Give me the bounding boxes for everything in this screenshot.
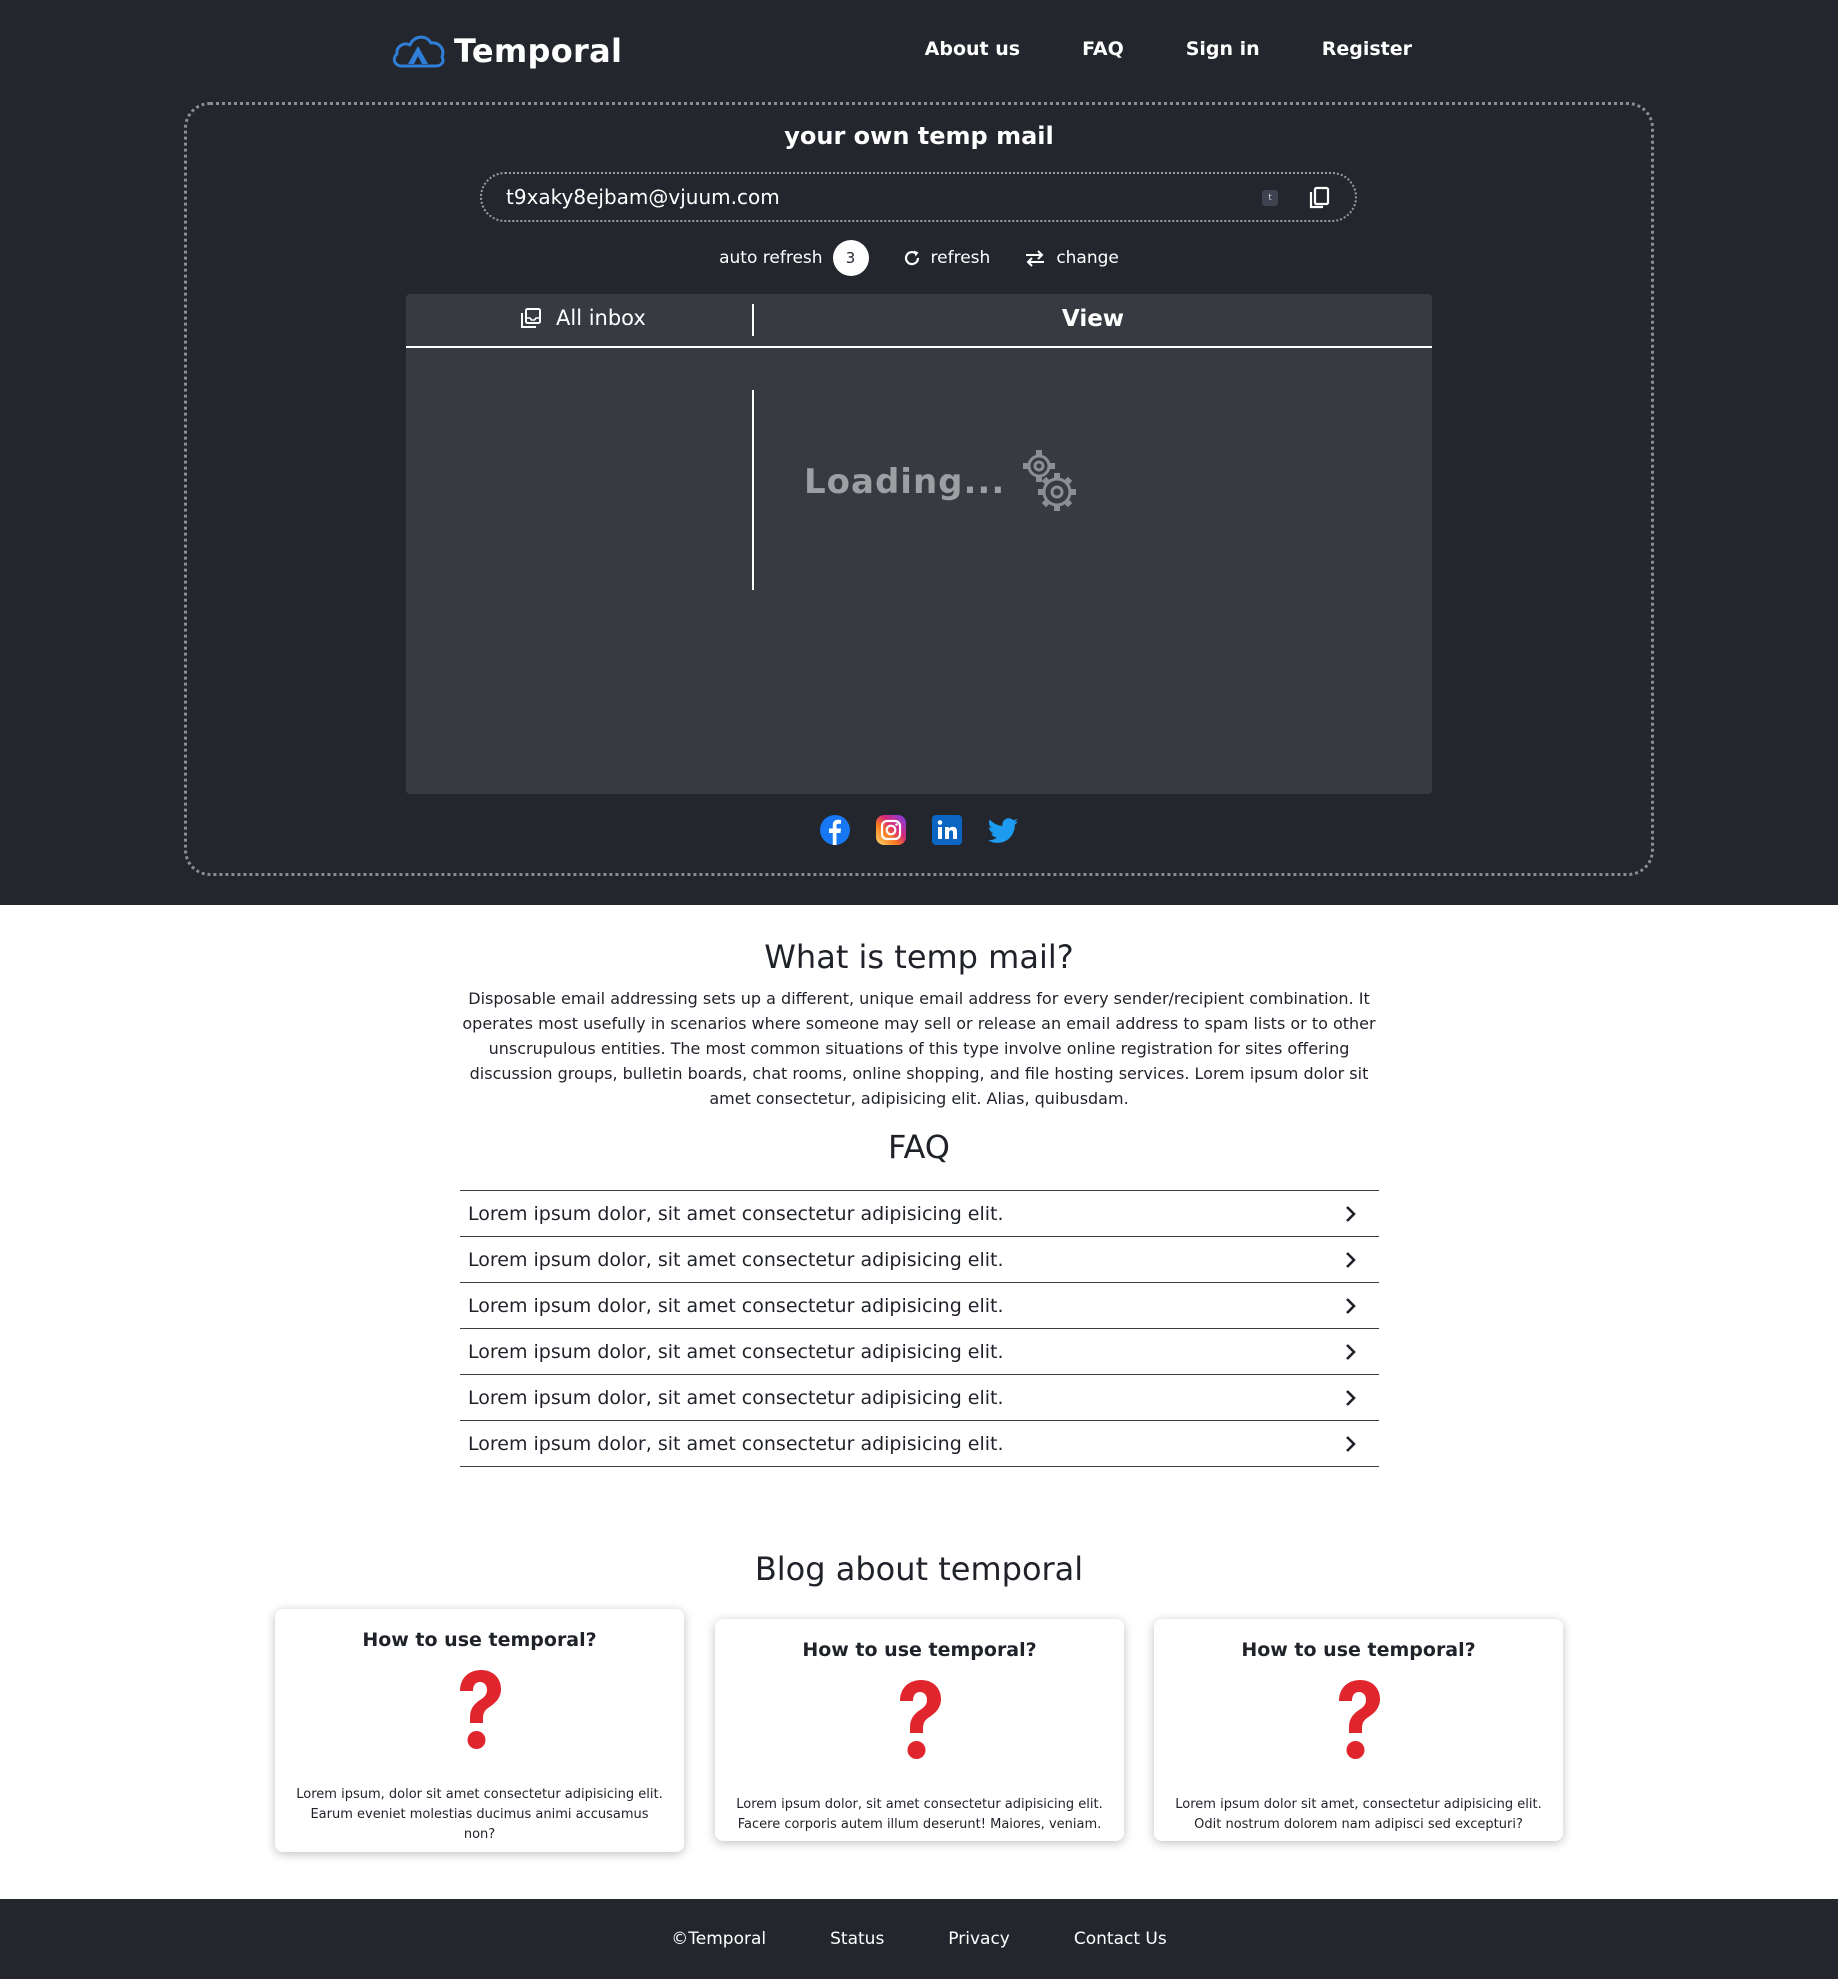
- inbox-panel: All inbox View Loading...: [406, 294, 1432, 794]
- blog-card[interactable]: How to use temporal? Lorem ipsum dolor s…: [1154, 1619, 1563, 1841]
- faq-question: Lorem ipsum dolor, sit amet consectetur …: [468, 1294, 1004, 1317]
- faq-question: Lorem ipsum dolor, sit amet consectetur …: [468, 1432, 1004, 1455]
- auto-refresh-counter: 3: [832, 240, 869, 276]
- blog-title: Blog about temporal: [754, 1550, 1084, 1588]
- footer-copyright[interactable]: ©Temporal: [671, 1929, 766, 1949]
- logo[interactable]: Temporal: [390, 30, 622, 72]
- blog-card[interactable]: How to use temporal? Lorem ipsum dolor, …: [715, 1619, 1124, 1841]
- chevron-right-icon: [1346, 1389, 1356, 1406]
- inbox-panel-header: All inbox View: [406, 294, 1432, 348]
- refresh-button[interactable]: refresh: [903, 248, 991, 268]
- faq-item[interactable]: Lorem ipsum dolor, sit amet consectetur …: [460, 1283, 1379, 1329]
- blog-card-title: How to use temporal?: [362, 1629, 597, 1651]
- chevron-right-icon: [1346, 1343, 1356, 1360]
- about-text: Disposable email addressing sets up a di…: [462, 989, 1376, 1108]
- faq-question: Lorem ipsum dolor, sit amet consectetur …: [468, 1202, 1004, 1225]
- faq-question: Lorem ipsum dolor, sit amet consectetur …: [468, 1340, 1004, 1363]
- swap-arrows-icon: [1026, 250, 1045, 267]
- linkedin-icon[interactable]: [931, 814, 963, 846]
- inbox-divider: [752, 390, 754, 590]
- refresh-label: refresh: [930, 248, 991, 268]
- faq-item[interactable]: Lorem ipsum dolor, sit amet consectetur …: [460, 1421, 1379, 1467]
- change-label: change: [1056, 248, 1119, 268]
- email-address[interactable]: t9xaky8ejbam@vjuum.com: [506, 185, 780, 209]
- cloud-logo-icon: [392, 35, 445, 68]
- twitter-icon[interactable]: [987, 814, 1019, 846]
- auto-refresh-label: auto refresh: [719, 248, 823, 268]
- faq-list: Lorem ipsum dolor, sit amet consectetur …: [460, 1190, 1379, 1467]
- footer: ©Temporal Status Privacy Contact Us: [0, 1899, 1838, 1979]
- social-links: [0, 814, 1838, 846]
- blog-card[interactable]: How to use temporal? Lorem ipsum, dolor …: [275, 1609, 684, 1852]
- question-mark-icon: [1338, 1680, 1380, 1759]
- faq-item[interactable]: Lorem ipsum dolor, sit amet consectetur …: [460, 1191, 1379, 1237]
- blog-card-title: How to use temporal?: [802, 1639, 1037, 1661]
- refresh-icon: [904, 250, 919, 266]
- faq-item[interactable]: Lorem ipsum dolor, sit amet consectetur …: [460, 1375, 1379, 1421]
- chevron-right-icon: [1346, 1435, 1356, 1452]
- faq-title: FAQ: [888, 1128, 950, 1166]
- chevron-right-icon: [1346, 1297, 1356, 1314]
- inbox-icon: [521, 308, 541, 328]
- loading-text: Loading...: [804, 462, 1006, 502]
- faq-item[interactable]: Lorem ipsum dolor, sit amet consectetur …: [460, 1237, 1379, 1283]
- gears-icon: [1023, 450, 1077, 511]
- faq-item[interactable]: Lorem ipsum dolor, sit amet consectetur …: [460, 1329, 1379, 1375]
- question-mark-icon: [459, 1670, 501, 1749]
- top-nav: About us FAQ Sign in Register: [925, 38, 1412, 60]
- loading-indicator: Loading...: [804, 444, 1083, 520]
- copy-icon[interactable]: [1308, 186, 1330, 210]
- email-address-field[interactable]: t9xaky8ejbam@vjuum.com t: [480, 172, 1357, 222]
- view-heading: View: [1061, 306, 1125, 332]
- mail-controls: auto refresh 3 refresh change: [0, 240, 1838, 276]
- temp-mail-title: your own temp mail: [784, 122, 1054, 150]
- blog-card-text: Lorem ipsum, dolor sit amet consectetur …: [296, 1787, 663, 1842]
- chevron-right-icon: [1346, 1251, 1356, 1268]
- change-button[interactable]: change: [1024, 248, 1119, 268]
- footer-privacy-link[interactable]: Privacy: [948, 1929, 1010, 1949]
- hero-section: Temporal About us FAQ Sign in Register y…: [0, 0, 1838, 905]
- brand-name: Temporal: [454, 32, 623, 70]
- all-inbox-label: All inbox: [556, 306, 646, 330]
- footer-contact-link[interactable]: Contact Us: [1074, 1929, 1167, 1949]
- faq-question: Lorem ipsum dolor, sit amet consectetur …: [468, 1248, 1004, 1271]
- faq-question: Lorem ipsum dolor, sit amet consectetur …: [468, 1386, 1004, 1409]
- blog-card-text: Lorem ipsum dolor, sit amet consectetur …: [736, 1797, 1103, 1832]
- blog-card-text: Lorem ipsum dolor sit amet, consectetur …: [1175, 1797, 1542, 1832]
- nav-register[interactable]: Register: [1322, 38, 1412, 60]
- facebook-icon[interactable]: [819, 814, 851, 846]
- question-mark-icon: [899, 1680, 941, 1759]
- email-badge: t: [1262, 190, 1278, 206]
- nav-faq[interactable]: FAQ: [1082, 38, 1124, 60]
- nav-sign-in[interactable]: Sign in: [1186, 38, 1260, 60]
- about-title: What is temp mail?: [764, 938, 1074, 976]
- blog-card-title: How to use temporal?: [1241, 1639, 1476, 1661]
- chevron-right-icon: [1346, 1205, 1356, 1222]
- tab-all-inbox[interactable]: All inbox: [520, 306, 646, 330]
- instagram-icon[interactable]: [875, 814, 907, 846]
- nav-about-us[interactable]: About us: [925, 38, 1020, 60]
- footer-status-link[interactable]: Status: [830, 1929, 884, 1949]
- auto-refresh[interactable]: auto refresh 3: [719, 240, 869, 276]
